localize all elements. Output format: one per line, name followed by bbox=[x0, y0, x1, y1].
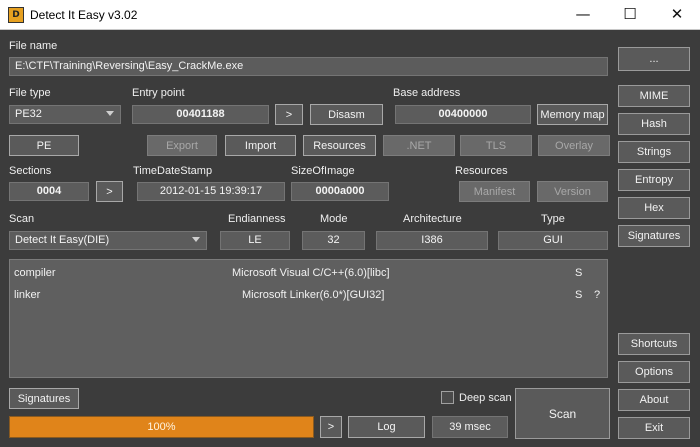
scan-engine-select[interactable]: Detect It Easy(DIE) bbox=[9, 231, 207, 250]
results-list[interactable]: compiler Microsoft Visual C/C++(6.0)[lib… bbox=[9, 259, 608, 378]
result-kind: linker bbox=[14, 289, 41, 301]
endianness-label: Endianness bbox=[228, 213, 286, 225]
endianness-field: LE bbox=[220, 231, 290, 250]
overlay-button[interactable]: Overlay bbox=[538, 135, 610, 156]
title-bar: D Detect It Easy v3.02 — ☐ ✕ bbox=[0, 0, 700, 30]
type-label: Type bbox=[541, 213, 565, 225]
file-name-field[interactable]: E:\CTF\Training\Reversing\Easy_CrackMe.e… bbox=[9, 57, 608, 76]
tls-button[interactable]: TLS bbox=[460, 135, 532, 156]
close-button[interactable]: ✕ bbox=[654, 0, 700, 30]
result-info-button[interactable]: ? bbox=[594, 289, 600, 301]
result-kind: compiler bbox=[14, 267, 56, 279]
base-address-field[interactable]: 00400000 bbox=[395, 105, 531, 124]
log-button[interactable]: Log bbox=[348, 416, 425, 438]
file-type-label: File type bbox=[9, 87, 51, 99]
net-button[interactable]: .NET bbox=[383, 135, 455, 156]
browse-button[interactable]: ... bbox=[618, 47, 690, 71]
size-of-image-label: SizeOfImage bbox=[291, 165, 355, 177]
sections-field[interactable]: 0004 bbox=[9, 182, 89, 201]
scan-engine-value: Detect It Easy(DIE) bbox=[15, 234, 110, 246]
version-button[interactable]: Version bbox=[537, 181, 608, 202]
entry-point-label: Entry point bbox=[132, 87, 185, 99]
deep-scan-checkbox[interactable] bbox=[441, 391, 454, 404]
architecture-label: Architecture bbox=[403, 213, 462, 225]
minimize-button[interactable]: — bbox=[560, 0, 606, 30]
timestamp-label: TimeDateStamp bbox=[133, 165, 213, 177]
signatures-button[interactable]: Signatures bbox=[9, 388, 79, 409]
disasm-button[interactable]: Disasm bbox=[310, 104, 383, 125]
chevron-down-icon bbox=[106, 111, 114, 116]
strings-button[interactable]: Strings bbox=[618, 141, 690, 163]
mime-button[interactable]: MIME bbox=[618, 85, 690, 107]
mode-label: Mode bbox=[320, 213, 348, 225]
type-field: GUI bbox=[498, 231, 608, 250]
options-button[interactable]: Options bbox=[618, 361, 690, 383]
sections-label: Sections bbox=[9, 165, 52, 177]
result-name: Microsoft Visual C/C++(6.0)[libc] bbox=[232, 267, 390, 279]
scan-progress-bar: 100% bbox=[9, 416, 314, 438]
base-address-label: Base address bbox=[393, 87, 461, 99]
progress-go-button[interactable]: > bbox=[320, 416, 342, 438]
architecture-field: I386 bbox=[376, 231, 488, 250]
hash-button[interactable]: Hash bbox=[618, 113, 690, 135]
sections-go-button[interactable]: > bbox=[96, 181, 123, 202]
file-name-label: File name bbox=[9, 40, 58, 52]
list-item[interactable]: compiler Microsoft Visual C/C++(6.0)[lib… bbox=[10, 263, 607, 285]
entry-point-go-button[interactable]: > bbox=[275, 104, 303, 125]
manifest-button[interactable]: Manifest bbox=[459, 181, 530, 202]
size-of-image-field[interactable]: 0000a000 bbox=[291, 182, 389, 201]
deep-scan-label: Deep scan bbox=[459, 392, 512, 404]
import-button[interactable]: Import bbox=[225, 135, 296, 156]
scan-button[interactable]: Scan bbox=[515, 388, 610, 439]
result-flag: S bbox=[575, 289, 583, 301]
chevron-down-icon bbox=[192, 237, 200, 242]
window-title: Detect It Easy v3.02 bbox=[30, 8, 138, 22]
entry-point-field[interactable]: 00401188 bbox=[132, 105, 269, 124]
maximize-button[interactable]: ☐ bbox=[607, 0, 653, 30]
sidebar-signatures-button[interactable]: Signatures bbox=[618, 225, 690, 247]
about-button[interactable]: About bbox=[618, 389, 690, 411]
file-type-value: PE32 bbox=[15, 108, 42, 120]
timestamp-field[interactable]: 2012-01-15 19:39:17 bbox=[137, 182, 285, 201]
result-name: Microsoft Linker(6.0*)[GUI32] bbox=[242, 289, 385, 301]
scan-time-field: 39 msec bbox=[432, 416, 508, 438]
file-type-select[interactable]: PE32 bbox=[9, 105, 121, 124]
pe-button[interactable]: PE bbox=[9, 135, 79, 156]
scan-label: Scan bbox=[9, 213, 35, 225]
export-button[interactable]: Export bbox=[147, 135, 217, 156]
resources-label: Resources bbox=[455, 165, 508, 177]
shortcuts-button[interactable]: Shortcuts bbox=[618, 333, 690, 355]
entropy-button[interactable]: Entropy bbox=[618, 169, 690, 191]
list-item[interactable]: linker Microsoft Linker(6.0*)[GUI32] S ? bbox=[10, 285, 607, 307]
hex-button[interactable]: Hex bbox=[618, 197, 690, 219]
result-flag: S bbox=[575, 267, 583, 279]
resources-button[interactable]: Resources bbox=[303, 135, 376, 156]
mode-field: 32 bbox=[302, 231, 365, 250]
memory-map-button[interactable]: Memory map bbox=[537, 104, 608, 125]
exit-button[interactable]: Exit bbox=[618, 417, 690, 439]
app-logo-icon: D bbox=[8, 7, 24, 23]
